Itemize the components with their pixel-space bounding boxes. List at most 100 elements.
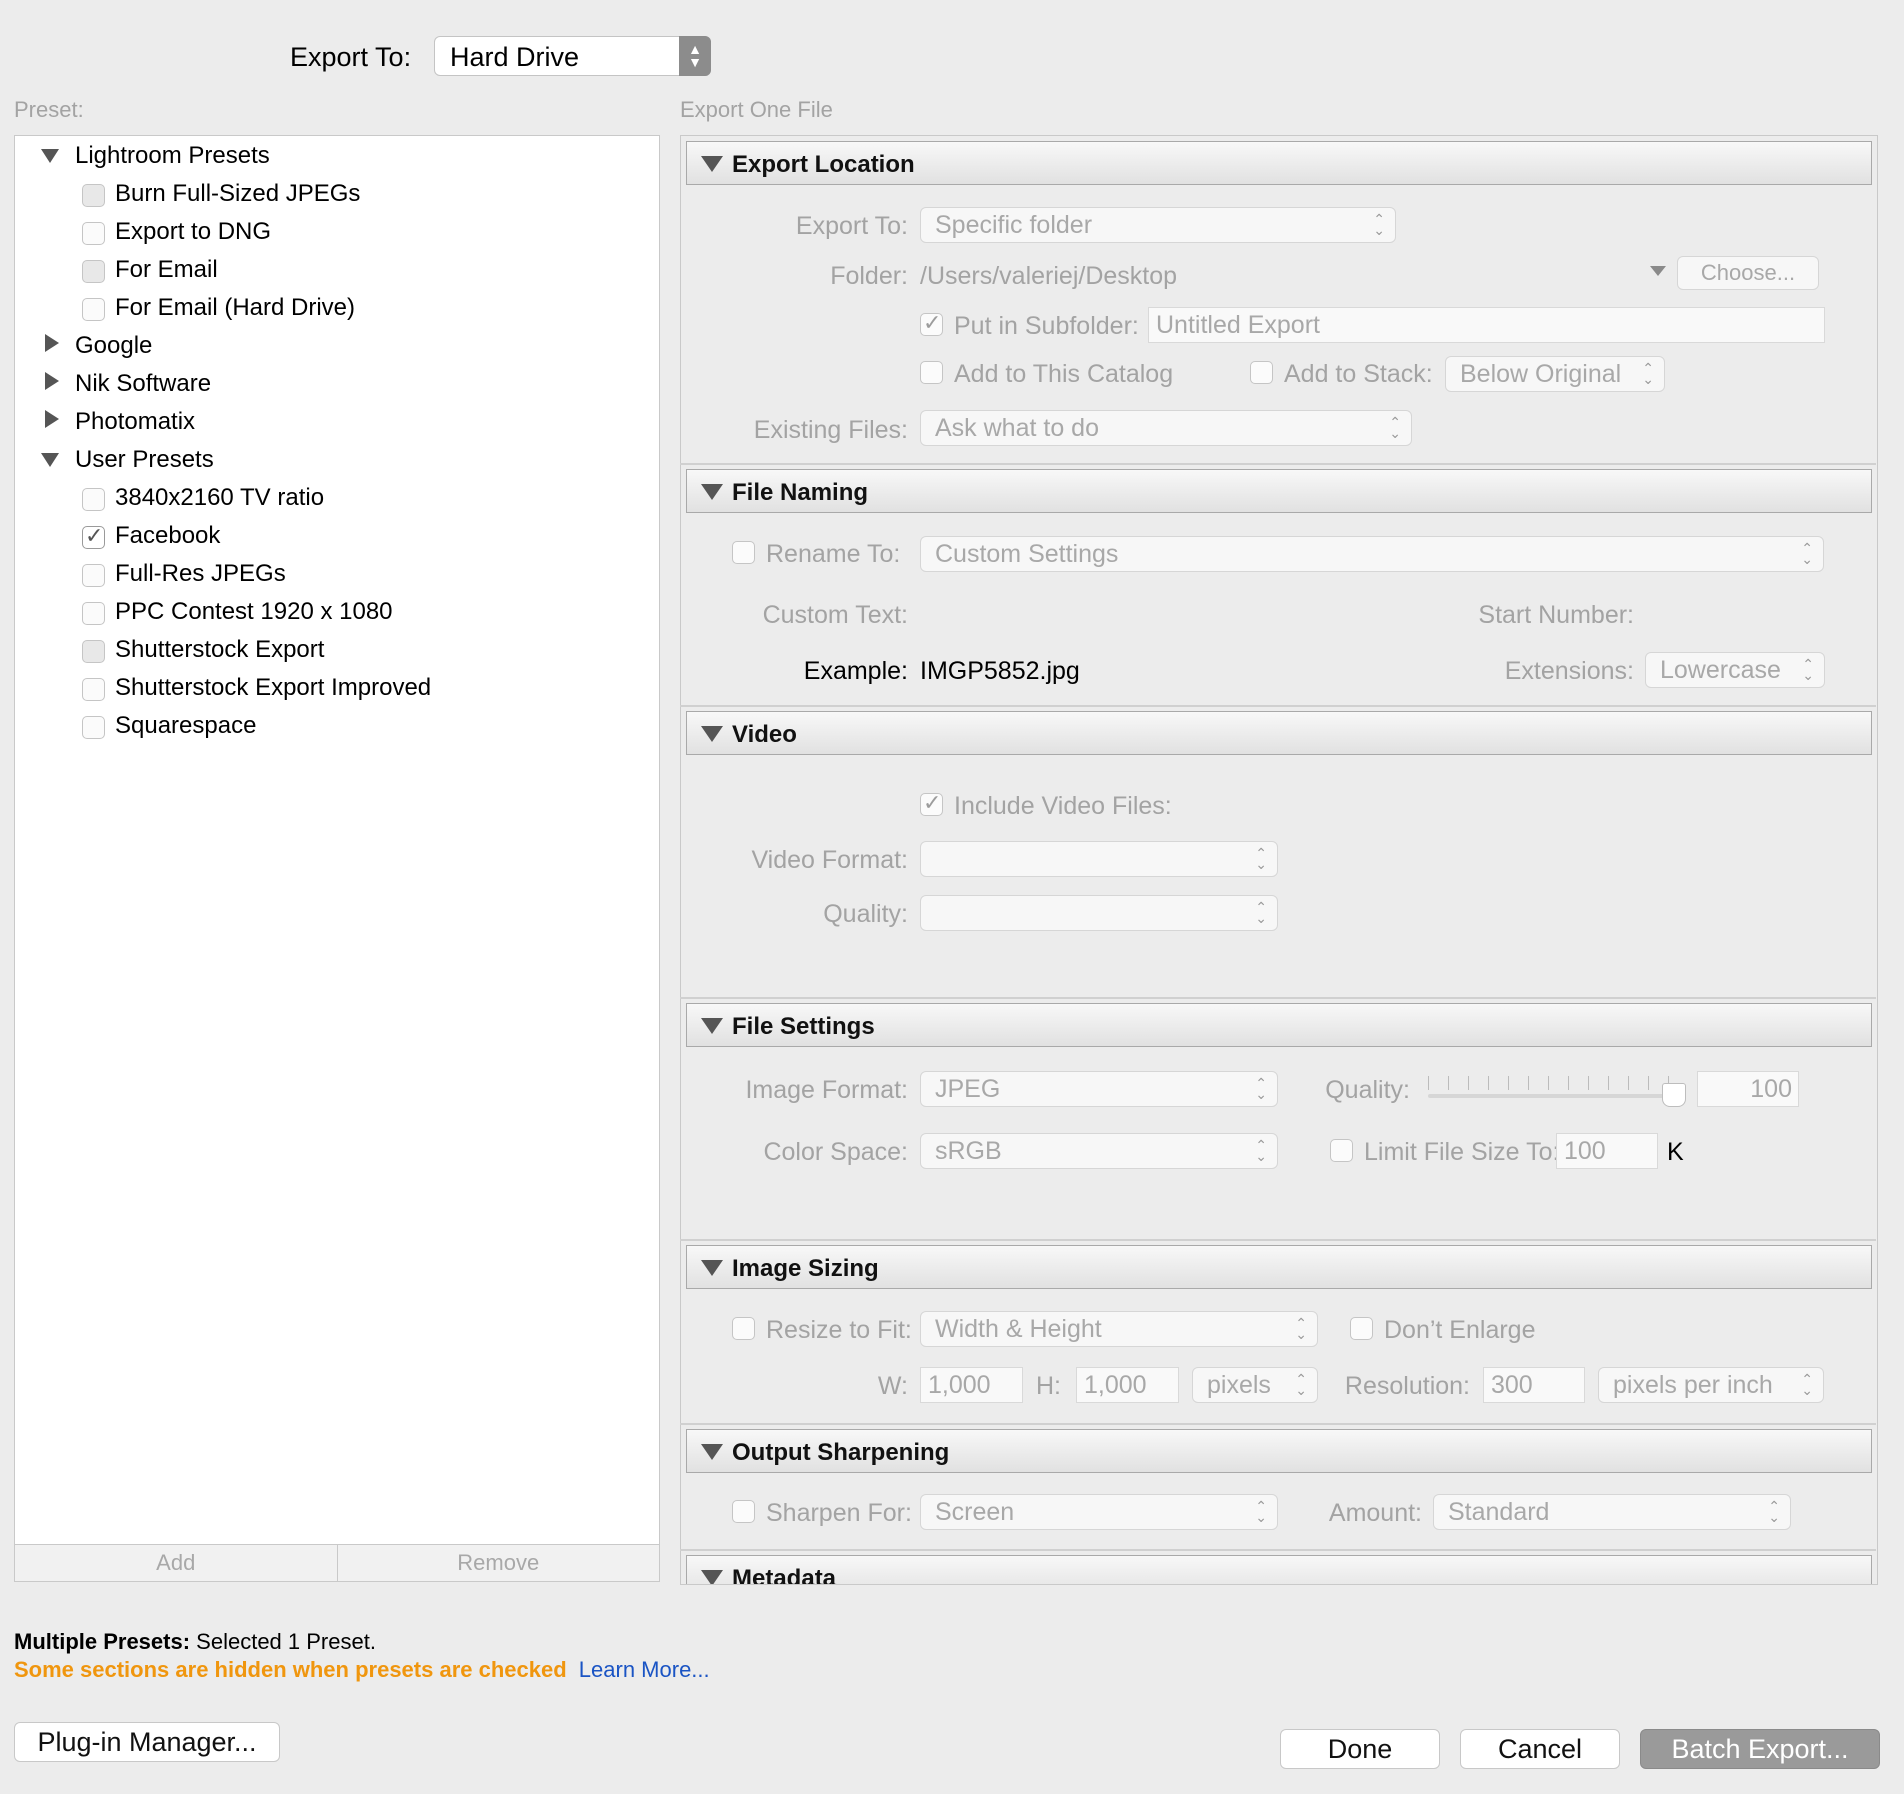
disclosure-down-icon bbox=[701, 1260, 723, 1276]
cancel-button[interactable]: Cancel bbox=[1460, 1729, 1620, 1769]
section-header-output-sharpening[interactable]: Output Sharpening bbox=[686, 1429, 1872, 1473]
preset-checkbox[interactable] bbox=[82, 488, 105, 511]
width-input[interactable]: 1,000 bbox=[920, 1367, 1023, 1403]
quality-value-input[interactable]: 100 bbox=[1697, 1071, 1799, 1107]
disclosure-right-icon[interactable] bbox=[45, 334, 59, 352]
subfolder-checkbox[interactable] bbox=[920, 310, 943, 336]
preset-checkbox[interactable] bbox=[82, 716, 105, 739]
video-quality-select[interactable]: ⌃ ⌄ bbox=[920, 895, 1278, 931]
existing-files-select[interactable]: Ask what to do ⌃ ⌄ bbox=[920, 410, 1412, 446]
select-value: pixels per inch bbox=[1613, 1370, 1773, 1399]
batch-export-button[interactable]: Batch Export... bbox=[1640, 1729, 1880, 1769]
limit-file-size-input[interactable]: 100 bbox=[1556, 1133, 1658, 1169]
preset-item[interactable]: Export to DNG bbox=[115, 220, 271, 244]
preset-item[interactable]: Shutterstock Export bbox=[115, 638, 324, 662]
add-to-stack-checkbox[interactable] bbox=[1250, 361, 1273, 384]
video-format-select[interactable]: ⌃ ⌄ bbox=[920, 841, 1278, 877]
remove-preset-button[interactable]: Remove bbox=[338, 1545, 660, 1581]
size-unit-select[interactable]: pixels ⌃ ⌄ bbox=[1192, 1367, 1318, 1403]
preset-item[interactable]: 3840x2160 TV ratio bbox=[115, 486, 324, 510]
group-google[interactable]: Google bbox=[75, 334, 152, 358]
preset-checkbox[interactable] bbox=[82, 184, 105, 207]
multiple-presets-value: Selected 1 Preset. bbox=[196, 1629, 376, 1654]
color-space-select[interactable]: sRGB ⌃ ⌄ bbox=[920, 1133, 1278, 1169]
preset-item[interactable]: For Email (Hard Drive) bbox=[115, 296, 355, 320]
preset-item[interactable]: For Email bbox=[115, 258, 218, 282]
select-value: sRGB bbox=[935, 1136, 1002, 1165]
section-divider bbox=[680, 1549, 1876, 1551]
quality-slider-thumb[interactable] bbox=[1662, 1083, 1686, 1107]
choose-button[interactable]: Choose... bbox=[1677, 256, 1819, 290]
section-divider bbox=[680, 1423, 1876, 1425]
preset-item[interactable]: PPC Contest 1920 x 1080 bbox=[115, 600, 393, 624]
height-label: H: bbox=[1036, 1372, 1061, 1400]
preset-checkbox[interactable] bbox=[82, 298, 105, 321]
add-to-stack-label: Add to Stack: bbox=[1284, 360, 1433, 388]
sharpen-for-checkbox[interactable] bbox=[732, 1500, 755, 1523]
quality-slider-track[interactable] bbox=[1428, 1094, 1678, 1098]
export-to-select[interactable]: Hard Drive ▲ ▼ bbox=[434, 36, 711, 76]
preset-item[interactable]: Full-Res JPEGs bbox=[115, 562, 286, 586]
preset-item[interactable]: Shutterstock Export Improved bbox=[115, 676, 431, 700]
image-format-select[interactable]: JPEG ⌃ ⌄ bbox=[920, 1071, 1278, 1107]
sharpen-for-select[interactable]: Screen ⌃ ⌄ bbox=[920, 1494, 1278, 1530]
group-nik-software[interactable]: Nik Software bbox=[75, 372, 211, 396]
section-header-video[interactable]: Video bbox=[686, 711, 1872, 755]
preset-checkbox[interactable] bbox=[82, 260, 105, 283]
limit-file-size-checkbox[interactable] bbox=[1330, 1139, 1353, 1162]
section-header-image-sizing[interactable]: Image Sizing bbox=[686, 1245, 1872, 1289]
stack-position-select[interactable]: Below Original ⌃ ⌄ bbox=[1445, 356, 1665, 392]
resolution-unit-select[interactable]: pixels per inch ⌃ ⌄ bbox=[1598, 1367, 1824, 1403]
section-header-metadata[interactable]: Metadata bbox=[686, 1555, 1872, 1584]
preset-checkbox[interactable] bbox=[82, 602, 105, 625]
image-format-label: Image Format: bbox=[745, 1076, 908, 1104]
preset-item[interactable]: Squarespace bbox=[115, 714, 256, 738]
subfolder-name-input[interactable]: Untitled Export bbox=[1148, 307, 1825, 343]
disclosure-down-icon[interactable] bbox=[41, 149, 59, 163]
folder-label: Folder: bbox=[830, 262, 908, 290]
disclosure-right-icon[interactable] bbox=[45, 410, 59, 428]
export-to-label: Export To: bbox=[290, 42, 412, 72]
height-input[interactable]: 1,000 bbox=[1076, 1367, 1179, 1403]
amount-select[interactable]: Standard ⌃ ⌄ bbox=[1433, 1494, 1791, 1530]
video-quality-label: Quality: bbox=[823, 900, 908, 928]
resize-mode-select[interactable]: Width & Height ⌃ ⌄ bbox=[920, 1311, 1318, 1347]
resolution-input[interactable]: 300 bbox=[1483, 1367, 1585, 1403]
export-to-folder-select[interactable]: Specific folder ⌃ ⌄ bbox=[920, 207, 1396, 243]
preset-checkbox[interactable] bbox=[82, 640, 105, 663]
dont-enlarge-checkbox[interactable] bbox=[1350, 1317, 1373, 1340]
disclosure-down-icon[interactable] bbox=[41, 453, 59, 467]
folder-dropdown-icon[interactable] bbox=[1650, 266, 1666, 276]
section-title: File Settings bbox=[732, 1013, 875, 1040]
stepper-icon: ▲ ▼ bbox=[679, 36, 711, 76]
learn-more-link[interactable]: Learn More... bbox=[579, 1657, 710, 1682]
add-to-catalog-checkbox[interactable] bbox=[920, 361, 943, 384]
include-video-checkbox[interactable] bbox=[920, 790, 943, 816]
preset-item[interactable]: Burn Full-Sized JPEGs bbox=[115, 182, 360, 206]
preset-checkbox[interactable] bbox=[82, 678, 105, 701]
group-user-presets[interactable]: User Presets bbox=[75, 448, 214, 472]
section-header-export-location[interactable]: Export Location bbox=[686, 141, 1872, 185]
resize-to-fit-checkbox[interactable] bbox=[732, 1317, 755, 1340]
disclosure-right-icon[interactable] bbox=[45, 372, 59, 390]
preset-list: Lightroom Presets Burn Full-Sized JPEGs … bbox=[14, 135, 660, 1545]
group-lightroom-presets[interactable]: Lightroom Presets bbox=[75, 144, 270, 168]
preset-checkbox-checked[interactable] bbox=[82, 523, 105, 549]
rename-template-select[interactable]: Custom Settings ⌃ ⌄ bbox=[920, 536, 1824, 572]
section-divider bbox=[680, 705, 1876, 707]
rename-checkbox[interactable] bbox=[732, 541, 755, 564]
preset-item[interactable]: Facebook bbox=[115, 524, 220, 548]
section-header-file-settings[interactable]: File Settings bbox=[686, 1003, 1872, 1047]
section-header-file-naming[interactable]: File Naming bbox=[686, 469, 1872, 513]
plugin-manager-button[interactable]: Plug-in Manager... bbox=[14, 1722, 280, 1762]
extensions-select[interactable]: Lowercase ⌃ ⌄ bbox=[1645, 652, 1825, 688]
width-label: W: bbox=[877, 1372, 908, 1400]
add-preset-button[interactable]: Add bbox=[15, 1545, 338, 1581]
done-button[interactable]: Done bbox=[1280, 1729, 1440, 1769]
select-value: Standard bbox=[1448, 1497, 1550, 1526]
preset-title: Preset: bbox=[14, 97, 84, 122]
group-photomatix[interactable]: Photomatix bbox=[75, 410, 195, 434]
hidden-sections-warning-row: Some sections are hidden when presets ar… bbox=[14, 1659, 710, 1681]
preset-checkbox[interactable] bbox=[82, 564, 105, 587]
preset-checkbox[interactable] bbox=[82, 222, 105, 245]
